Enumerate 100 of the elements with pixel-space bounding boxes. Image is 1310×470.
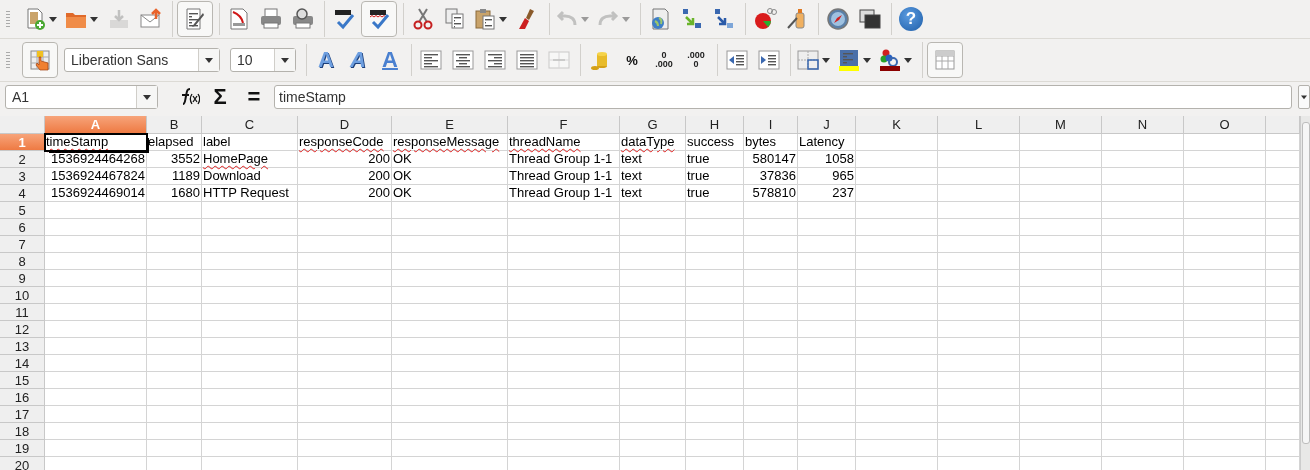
spreadsheet-cell[interactable] — [686, 355, 744, 372]
spreadsheet-cell[interactable] — [392, 338, 508, 355]
spreadsheet-cell[interactable] — [1020, 321, 1102, 338]
spreadsheet-cell[interactable] — [147, 423, 202, 440]
dropdown-caret-icon[interactable] — [90, 15, 98, 23]
equals-button[interactable]: = — [240, 84, 268, 110]
spreadsheet-cell[interactable]: Thread Group 1-1 — [508, 185, 620, 202]
expand-button[interactable] — [1298, 85, 1310, 109]
spreadsheet-cell[interactable] — [856, 423, 938, 440]
spreadsheet-cell[interactable] — [856, 151, 938, 168]
spreadsheet-cell[interactable] — [202, 372, 298, 389]
spreadsheet-cell[interactable]: Thread Group 1-1 — [508, 168, 620, 185]
row-header[interactable]: 3 — [0, 168, 45, 185]
spreadsheet-cell[interactable] — [686, 304, 744, 321]
spreadsheet-cell[interactable] — [147, 219, 202, 236]
spreadsheet-cell[interactable]: 1680 — [147, 185, 202, 202]
spreadsheet-cell[interactable] — [798, 406, 856, 423]
dropdown-caret-icon[interactable] — [49, 15, 57, 23]
spreadsheet-cell[interactable] — [392, 389, 508, 406]
spreadsheet-cell[interactable] — [744, 440, 798, 457]
spreadsheet-cell[interactable] — [744, 253, 798, 270]
spreadsheet-cell[interactable] — [1102, 338, 1184, 355]
spreadsheet-cell[interactable] — [798, 219, 856, 236]
spreadsheet-cell[interactable] — [744, 389, 798, 406]
spreadsheet-cell[interactable] — [45, 304, 147, 321]
spreadsheet-cell[interactable] — [202, 321, 298, 338]
spreadsheet-cell[interactable] — [508, 304, 620, 321]
row-header[interactable]: 19 — [0, 440, 45, 457]
spreadsheet-cell[interactable] — [620, 372, 686, 389]
spreadsheet-cell[interactable] — [744, 423, 798, 440]
spreadsheet-cell[interactable]: timeStamp — [45, 134, 147, 151]
spreadsheet-cell[interactable] — [392, 202, 508, 219]
spreadsheet-cell[interactable]: true — [686, 151, 744, 168]
formula-input[interactable]: timeStamp — [274, 85, 1292, 109]
row-header[interactable]: 8 — [0, 253, 45, 270]
spreadsheet-cell[interactable] — [392, 253, 508, 270]
spreadsheet-cell[interactable] — [392, 406, 508, 423]
spreadsheet-cell[interactable] — [45, 389, 147, 406]
spreadsheet-cell[interactable] — [620, 219, 686, 236]
spreadsheet-cell[interactable] — [508, 423, 620, 440]
spreadsheet-cell[interactable] — [298, 355, 392, 372]
spreadsheet-cell[interactable] — [938, 304, 1020, 321]
spreadsheet-cell[interactable] — [1102, 321, 1184, 338]
spreadsheet-cell[interactable] — [45, 321, 147, 338]
spreadsheet-cell[interactable]: 200 — [298, 168, 392, 185]
spreadsheet-cell[interactable] — [298, 270, 392, 287]
column-header[interactable]: G — [620, 116, 686, 134]
spreadsheet-cell[interactable]: text — [620, 168, 686, 185]
spreadsheet-cell[interactable] — [1102, 440, 1184, 457]
spreadsheet-cell[interactable] — [147, 236, 202, 253]
spreadsheet-cell[interactable] — [45, 219, 147, 236]
spreadsheet-cell[interactable] — [620, 253, 686, 270]
spreadsheet-cell[interactable] — [1102, 406, 1184, 423]
name-box[interactable]: A1 — [5, 85, 158, 109]
spreadsheet-cell[interactable] — [620, 321, 686, 338]
spreadsheet-cell[interactable] — [856, 219, 938, 236]
spreadsheet-cell[interactable] — [1102, 389, 1184, 406]
spreadsheet-cell[interactable] — [1102, 423, 1184, 440]
spreadsheet-cell[interactable]: 237 — [798, 185, 856, 202]
spreadsheet-cell[interactable] — [392, 219, 508, 236]
spreadsheet-cell[interactable] — [202, 202, 298, 219]
spreadsheet-cell[interactable] — [392, 372, 508, 389]
spreadsheet-cell[interactable] — [202, 219, 298, 236]
spreadsheet-cell[interactable] — [392, 236, 508, 253]
spreadsheet-cell[interactable] — [1184, 219, 1266, 236]
spreadsheet-cell[interactable] — [856, 355, 938, 372]
row-header[interactable]: 18 — [0, 423, 45, 440]
spreadsheet-cell[interactable] — [856, 338, 938, 355]
spreadsheet-cell[interactable]: label — [202, 134, 298, 151]
column-header[interactable]: C — [202, 116, 298, 134]
spreadsheet-cell[interactable] — [938, 168, 1020, 185]
spreadsheet-cell[interactable] — [620, 440, 686, 457]
spreadsheet-cell[interactable] — [938, 253, 1020, 270]
spreadsheet-cell[interactable] — [298, 406, 392, 423]
spreadsheet-cell[interactable] — [744, 372, 798, 389]
spreadsheet-cell[interactable] — [202, 270, 298, 287]
font-size-field[interactable]: 10 — [230, 48, 296, 72]
spreadsheet-cell[interactable] — [1102, 253, 1184, 270]
row-header[interactable]: 2 — [0, 151, 45, 168]
spreadsheet-cell[interactable] — [202, 440, 298, 457]
spreadsheet-cell[interactable] — [1020, 372, 1102, 389]
spreadsheet-cell[interactable] — [938, 134, 1020, 151]
spreadsheet-cell[interactable] — [856, 134, 938, 151]
spreadsheet-cell[interactable]: 578810 — [744, 185, 798, 202]
spreadsheet-cell[interactable] — [298, 253, 392, 270]
spreadsheet-cell[interactable] — [856, 304, 938, 321]
spreadsheet-cell[interactable] — [45, 253, 147, 270]
spreadsheet-cell[interactable]: threadName — [508, 134, 620, 151]
spreadsheet-cell[interactable]: text — [620, 185, 686, 202]
spreadsheet-cell[interactable] — [938, 372, 1020, 389]
spreadsheet-cell[interactable] — [744, 338, 798, 355]
spreadsheet-cell[interactable] — [45, 236, 147, 253]
dropdown-caret-icon[interactable] — [204, 56, 213, 64]
spreadsheet-cell[interactable] — [798, 202, 856, 219]
spreadsheet-cell[interactable] — [856, 440, 938, 457]
spreadsheet-cell[interactable] — [798, 423, 856, 440]
spreadsheet-cell[interactable] — [298, 338, 392, 355]
spreadsheet-cell[interactable] — [1184, 270, 1266, 287]
spreadsheet-cell[interactable] — [1020, 236, 1102, 253]
column-header[interactable]: L — [938, 116, 1020, 134]
